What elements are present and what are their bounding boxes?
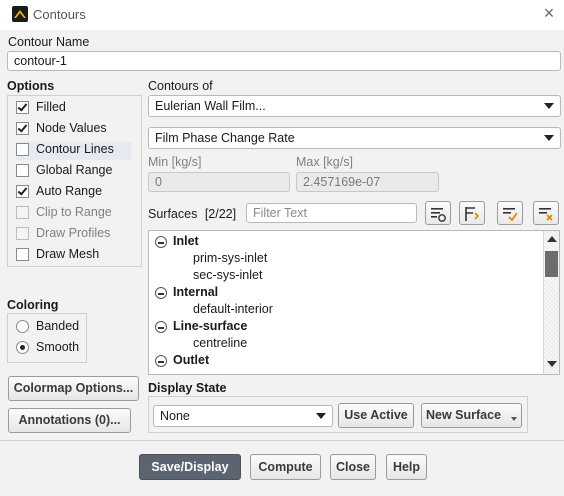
help-button[interactable]: Help [386,454,427,480]
dropdown-value: Film Phase Change Rate [155,131,295,145]
min-field: 0 [148,172,290,192]
dropdown-value: None [160,409,190,423]
annotations-button[interactable]: Annotations (0)... [8,408,131,433]
smooth-radio[interactable] [16,341,29,354]
radio-label: Smooth [36,340,80,354]
collapse-icon[interactable] [155,287,167,299]
window-title: Contours [33,7,86,22]
option-label: Clip to Range [36,205,112,219]
draw-profiles-checkbox [16,227,29,240]
chevron-down-icon [511,417,517,421]
radio-label: Banded [36,319,80,333]
select-all-button[interactable] [497,201,523,225]
clip-to-range-checkbox [16,206,29,219]
contour-name-input[interactable]: contour-1 [7,51,561,71]
filter-options-button[interactable] [425,201,451,225]
contour-name-label: Contour Name [8,35,90,49]
list-item[interactable]: centreline [193,336,247,350]
option-draw-mesh[interactable]: Draw Mesh [16,247,99,265]
banded-radio[interactable] [16,320,29,333]
select-all-icon [503,208,518,222]
surfaces-label: Surfaces [2/22] [148,207,236,221]
option-contour-lines[interactable]: Contour Lines [16,142,131,160]
new-surface-label: New Surface [426,408,502,422]
group-label: Outlet [173,353,210,367]
use-active-button[interactable]: Use Active [338,403,414,428]
close-icon[interactable]: × [541,4,557,22]
surfaces-scrollbar[interactable] [543,231,559,374]
scroll-down-icon[interactable] [547,361,557,367]
option-label: Filled [36,100,66,114]
options-header: Options [7,79,55,93]
list-item[interactable]: default-interior [193,302,273,316]
list-item[interactable]: sec-sys-inlet [193,268,262,282]
option-clip-to-range: Clip to Range [16,205,112,223]
save-display-button[interactable]: Save/Display [139,454,241,480]
option-label: Draw Profiles [36,226,111,240]
chevron-down-icon [544,135,554,141]
dropdown-value: Eulerian Wall Film... [155,99,266,113]
filter-options-icon [431,208,446,222]
colormap-options-button[interactable]: Colormap Options... [8,376,139,401]
min-label: Min [kg/s] [148,155,202,169]
compute-button[interactable]: Compute [250,454,321,480]
option-node-values[interactable]: Node Values [16,121,107,139]
surfaces-count: [2/22] [204,207,237,221]
surfaces-title: Surfaces [148,207,198,221]
collapse-icon[interactable] [155,355,167,367]
group-label: Line-surface [173,319,248,333]
scrollbar-thumb[interactable] [545,251,558,277]
option-label: Auto Range [36,184,103,198]
chevron-down-icon [316,413,326,419]
coloring-smooth[interactable]: Smooth [16,340,79,358]
coloring-banded[interactable]: Banded [16,319,79,337]
option-global-range[interactable]: Global Range [16,163,112,181]
filled-checkbox[interactable] [16,101,29,114]
option-filled[interactable]: Filled [16,100,66,118]
display-state-dropdown[interactable]: None [153,405,333,427]
list-item[interactable]: prim-sys-inlet [193,251,267,265]
new-surface-button[interactable]: New Surface [421,403,522,428]
close-button[interactable]: Close [330,454,376,480]
surface-filter-input[interactable]: Filter Text [246,203,417,223]
tree-group-internal[interactable]: Internal [155,285,218,299]
max-field: 2.457169e-07 [296,172,439,192]
tree-group-inlet[interactable]: Inlet [155,234,199,248]
chevron-down-icon [544,103,554,109]
select-group-button[interactable] [459,201,485,225]
group-label: Internal [173,285,219,299]
tree-group-outlet[interactable]: Outlet [155,353,209,367]
option-draw-profiles: Draw Profiles [16,226,110,244]
option-label: Global Range [36,163,113,177]
group-label: Inlet [173,234,199,248]
option-auto-range[interactable]: Auto Range [16,184,102,202]
collapse-icon[interactable] [155,321,167,333]
max-label: Max [kg/s] [296,155,353,169]
surfaces-tree[interactable]: Inlet prim-sys-inlet sec-sys-inlet Inter… [148,230,560,375]
scroll-up-icon[interactable] [547,236,557,242]
group-select-icon [465,207,480,221]
coloring-header: Coloring [7,298,59,312]
global-range-checkbox[interactable] [16,164,29,177]
contours-of-label: Contours of [148,79,213,93]
draw-mesh-checkbox[interactable] [16,248,29,261]
deselect-all-button[interactable] [533,201,559,225]
bottom-divider [0,440,564,441]
option-label: Draw Mesh [36,247,100,261]
option-label: Contour Lines [36,142,114,156]
tree-group-line-surface[interactable]: Line-surface [155,319,247,333]
option-label: Node Values [36,121,107,135]
collapse-icon[interactable] [155,236,167,248]
fluent-app-icon [12,6,28,22]
contour-lines-checkbox[interactable] [16,143,29,156]
display-state-label: Display State [148,381,227,395]
contours-category-dropdown[interactable]: Eulerian Wall Film... [148,95,561,117]
deselect-all-icon [539,208,553,221]
contours-variable-dropdown[interactable]: Film Phase Change Rate [148,127,561,149]
node-values-checkbox[interactable] [16,122,29,135]
auto-range-checkbox[interactable] [16,185,29,198]
